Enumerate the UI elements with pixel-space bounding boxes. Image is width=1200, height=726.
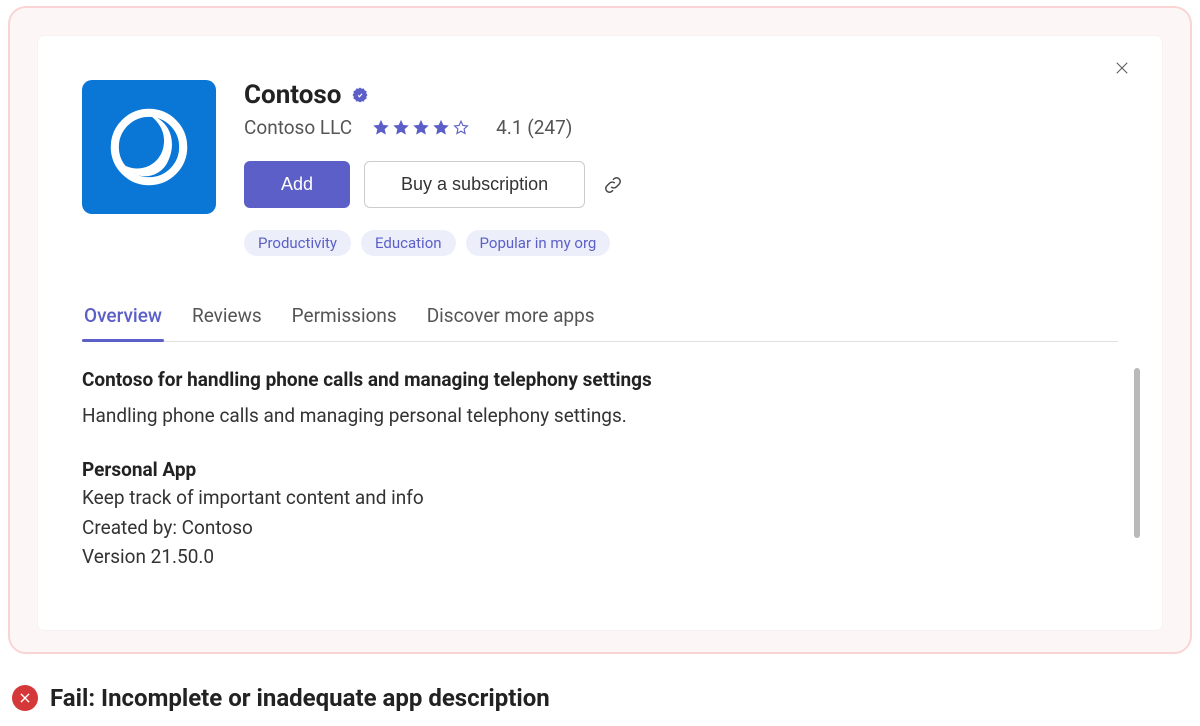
tag-popular-in-my-org[interactable]: Popular in my org bbox=[466, 230, 611, 256]
add-button[interactable]: Add bbox=[244, 161, 350, 208]
tab-permissions[interactable]: Permissions bbox=[290, 304, 399, 341]
annotation-outline: Contoso Contoso LLC 4.1 (247) Add Buy a … bbox=[8, 6, 1192, 654]
close-button[interactable] bbox=[1108, 54, 1136, 82]
app-logo-icon bbox=[104, 102, 194, 192]
copy-link-button[interactable] bbox=[599, 171, 627, 199]
meta-created-by: Created by: Contoso bbox=[82, 513, 1118, 542]
overview-panel: Contoso for handling phone calls and man… bbox=[82, 368, 1118, 572]
fail-icon bbox=[12, 685, 38, 711]
meta-version: Version 21.50.0 bbox=[82, 542, 1118, 571]
overview-description: Handling phone calls and managing person… bbox=[82, 401, 1118, 430]
star-filled-icon bbox=[372, 119, 390, 137]
action-row: Add Buy a subscription bbox=[244, 161, 1118, 208]
overview-meta: Personal App Keep track of important con… bbox=[82, 458, 1118, 571]
verified-badge-icon bbox=[351, 86, 369, 104]
subscribe-button[interactable]: Buy a subscription bbox=[364, 161, 585, 208]
close-icon bbox=[1113, 59, 1131, 77]
validation-message: Fail: Incomplete or inadequate app descr… bbox=[50, 684, 550, 712]
star-filled-icon bbox=[392, 119, 410, 137]
tab-bar: Overview Reviews Permissions Discover more … bbox=[82, 304, 1118, 342]
scrollbar-thumb[interactable] bbox=[1134, 368, 1140, 538]
publisher-name: Contoso LLC bbox=[244, 116, 352, 139]
tag-row: Productivity Education Popular in my org bbox=[244, 230, 1118, 256]
meta-title: Personal App bbox=[82, 458, 1118, 481]
star-empty-icon bbox=[452, 119, 470, 137]
app-details-dialog: Contoso Contoso LLC 4.1 (247) Add Buy a … bbox=[38, 36, 1162, 630]
rating-stars bbox=[372, 119, 470, 137]
app-logo bbox=[82, 80, 216, 214]
tab-overview[interactable]: Overview bbox=[82, 304, 164, 341]
tab-reviews[interactable]: Reviews bbox=[190, 304, 264, 341]
tag-productivity[interactable]: Productivity bbox=[244, 230, 351, 256]
tab-discover-more-apps[interactable]: Discover more apps bbox=[425, 304, 597, 341]
rating-summary: 4.1 (247) bbox=[496, 116, 572, 139]
app-header-info: Contoso Contoso LLC 4.1 (247) Add Buy a … bbox=[244, 80, 1118, 256]
meta-tagline: Keep track of important content and info bbox=[82, 483, 1118, 512]
app-title: Contoso bbox=[244, 80, 341, 110]
star-filled-icon bbox=[432, 119, 450, 137]
link-icon bbox=[602, 174, 624, 196]
validation-annotation: Fail: Incomplete or inadequate app descr… bbox=[12, 684, 550, 712]
app-header: Contoso Contoso LLC 4.1 (247) Add Buy a … bbox=[82, 80, 1118, 256]
overview-headline: Contoso for handling phone calls and man… bbox=[82, 368, 1118, 391]
tag-education[interactable]: Education bbox=[361, 230, 456, 256]
star-filled-icon bbox=[412, 119, 430, 137]
